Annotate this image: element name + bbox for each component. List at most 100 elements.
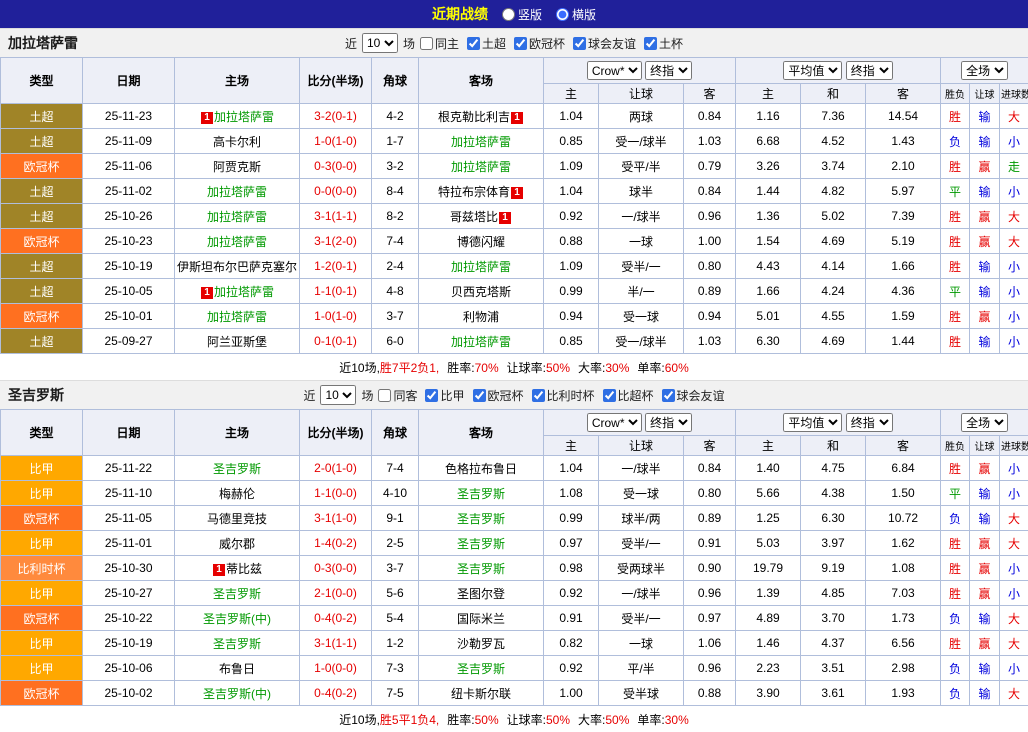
date-cell: 25-10-30 bbox=[82, 555, 175, 581]
team-name[interactable]: 阿贾克斯 bbox=[213, 160, 261, 174]
odds-time-select[interactable]: 终指 bbox=[645, 413, 693, 432]
team-name[interactable]: 国际米兰 bbox=[457, 612, 505, 626]
match-count-select[interactable]: 10 bbox=[361, 33, 398, 53]
filter-checkbox[interactable]: 土超 bbox=[466, 35, 506, 52]
filter-checkbox[interactable]: 欧冠杯 bbox=[514, 35, 565, 52]
home-team-cell: 1 加拉塔萨雷 bbox=[174, 278, 300, 304]
filter-checkbox-input[interactable] bbox=[425, 388, 439, 402]
team-name[interactable]: 加拉塔萨雷 bbox=[451, 160, 511, 174]
result-wdl-cell: 胜 bbox=[940, 253, 971, 279]
avg-away-cell: 6.84 bbox=[865, 455, 942, 481]
team-name[interactable]: 圣吉罗斯 bbox=[213, 587, 261, 601]
filter-checkbox-input[interactable] bbox=[466, 36, 480, 50]
team-name[interactable]: 加拉塔萨雷 bbox=[451, 260, 511, 274]
vertical-radio[interactable] bbox=[501, 7, 515, 21]
team-name[interactable]: 圣吉罗斯 bbox=[213, 637, 261, 651]
corner-cell: 2-4 bbox=[371, 253, 419, 279]
team-name[interactable]: 圣吉罗斯 bbox=[213, 462, 261, 476]
team-name[interactable]: 贝西克塔斯 bbox=[451, 285, 511, 299]
filter-checkbox[interactable]: 同主 bbox=[419, 35, 459, 52]
sub-handicap: 让球 bbox=[598, 83, 684, 104]
layout-option-horizontal[interactable]: 横版 bbox=[556, 6, 596, 23]
team-name[interactable]: 梅赫伦 bbox=[219, 487, 255, 501]
team-name[interactable]: 圣吉罗斯 bbox=[457, 562, 505, 576]
team-name[interactable]: 圣图尔登 bbox=[457, 587, 505, 601]
avg-source-select[interactable]: 平均值 bbox=[783, 413, 843, 432]
team-name[interactable]: 哥兹塔比 bbox=[450, 210, 498, 224]
team-name[interactable]: 纽卡斯尔联 bbox=[451, 687, 511, 701]
away-odds-cell: 0.84 bbox=[682, 178, 737, 204]
team-name[interactable]: 圣吉罗斯(中) bbox=[203, 687, 271, 701]
team-name[interactable]: 加拉塔萨雷 bbox=[214, 285, 274, 299]
filter-checkbox[interactable]: 比超杯 bbox=[602, 387, 654, 404]
filter-checkbox-input[interactable] bbox=[472, 388, 486, 402]
team-name[interactable]: 高卡尔利 bbox=[213, 135, 261, 149]
team-name[interactable]: 马德里竞技 bbox=[207, 512, 267, 526]
filter-checkbox[interactable]: 同客 bbox=[378, 387, 417, 404]
filter-checkbox[interactable]: 土杯 bbox=[644, 35, 683, 52]
filter-checkbox-input[interactable] bbox=[602, 388, 616, 402]
result-handicap-cell: 输 bbox=[969, 278, 1001, 304]
filter-checkbox-input[interactable] bbox=[419, 36, 433, 50]
filter-checkbox[interactable]: 球会友谊 bbox=[573, 35, 636, 52]
team-name[interactable]: 蒂比兹 bbox=[226, 562, 262, 576]
filter-checkbox-input[interactable] bbox=[378, 388, 392, 402]
avg-draw-cell: 4.69 bbox=[800, 228, 867, 254]
handicap-cell: 受一/球半 bbox=[598, 128, 684, 154]
team-name[interactable]: 布鲁日 bbox=[219, 662, 255, 676]
filter-checkbox[interactable]: 欧冠杯 bbox=[472, 387, 524, 404]
col-type: 类型 bbox=[0, 57, 83, 104]
team-name[interactable]: 博德闪耀 bbox=[457, 235, 505, 249]
layout-option-vertical[interactable]: 竖版 bbox=[501, 6, 542, 23]
team-section-header: 加拉塔萨雷 近 10 场 同主 土超 欧冠杯 球会友谊 土杯 bbox=[0, 28, 1028, 57]
filter-checkbox-label: 球会友谊 bbox=[588, 36, 637, 51]
match-row: 土超 25-10-05 1 加拉塔萨雷 1-1(0-1) 4-8 贝西克塔斯 0.99 半/一 0… bbox=[0, 278, 1028, 304]
avg-draw-cell: 4.69 bbox=[800, 328, 867, 354]
odds-source-select[interactable]: Crow* bbox=[586, 61, 642, 80]
home-odds-cell: 0.82 bbox=[543, 630, 599, 656]
fullmatch-select[interactable]: 全场 bbox=[961, 61, 1009, 80]
team-name[interactable]: 色格拉布鲁日 bbox=[445, 462, 517, 476]
team-name[interactable]: 圣吉罗斯 bbox=[457, 512, 505, 526]
date-cell: 25-10-02 bbox=[82, 680, 175, 706]
match-count-select[interactable]: 10 bbox=[320, 385, 357, 405]
team-name[interactable]: 加拉塔萨雷 bbox=[451, 135, 511, 149]
filter-checkbox[interactable]: 比利时杯 bbox=[531, 387, 595, 404]
team-name[interactable]: 加拉塔萨雷 bbox=[214, 110, 274, 124]
team-name[interactable]: 根克勒比利吉 bbox=[438, 110, 510, 124]
home-odds-cell: 0.99 bbox=[543, 278, 599, 304]
filter-checkbox-input[interactable] bbox=[573, 36, 587, 50]
team-name[interactable]: 威尔郡 bbox=[219, 537, 255, 551]
team-name[interactable]: 加拉塔萨雷 bbox=[207, 310, 267, 324]
team-name[interactable]: 圣吉罗斯(中) bbox=[203, 612, 271, 626]
avg-source-select[interactable]: 平均值 bbox=[783, 61, 843, 80]
horizontal-radio[interactable] bbox=[556, 7, 569, 21]
filter-checkbox-input[interactable] bbox=[644, 36, 658, 50]
team-name[interactable]: 特拉布宗体育 bbox=[438, 185, 510, 199]
team-name[interactable]: 阿兰亚斯堡 bbox=[207, 335, 267, 349]
team-name[interactable]: 圣吉罗斯 bbox=[457, 537, 505, 551]
team-name[interactable]: 圣吉罗斯 bbox=[457, 487, 505, 501]
filter-checkbox-input[interactable] bbox=[514, 36, 527, 50]
team-name[interactable]: 加拉塔萨雷 bbox=[207, 210, 267, 224]
summary-games: 近10场, bbox=[339, 360, 380, 375]
avg-time-select[interactable]: 终指 bbox=[845, 61, 893, 80]
filter-checkbox-input[interactable] bbox=[531, 388, 545, 402]
handicap-cell: 受一球 bbox=[598, 480, 684, 506]
odds-source-select[interactable]: Crow* bbox=[586, 413, 642, 432]
odds-time-select[interactable]: 终指 bbox=[645, 61, 693, 80]
result-goals-cell: 大 bbox=[999, 530, 1028, 556]
filter-checkbox[interactable]: 球会友谊 bbox=[661, 387, 725, 404]
team-name[interactable]: 伊斯坦布尔巴萨克塞尔 bbox=[177, 260, 297, 274]
team-name[interactable]: 加拉塔萨雷 bbox=[207, 185, 267, 199]
team-name[interactable]: 圣吉罗斯 bbox=[457, 662, 505, 676]
fullmatch-select[interactable]: 全场 bbox=[961, 413, 1009, 432]
team-name[interactable]: 利物浦 bbox=[463, 310, 499, 324]
avg-time-select[interactable]: 终指 bbox=[845, 413, 893, 432]
team-name[interactable]: 沙勒罗瓦 bbox=[457, 637, 505, 651]
filter-checkbox[interactable]: 比甲 bbox=[425, 387, 465, 404]
team-name[interactable]: 加拉塔萨雷 bbox=[207, 235, 267, 249]
filter-checkbox-input[interactable] bbox=[661, 388, 675, 402]
team-name[interactable]: 加拉塔萨雷 bbox=[451, 335, 511, 349]
match-row: 欧冠杯 25-11-05 马德里竞技 3-1(1-0) 9-1 圣吉罗斯 0.99 球半/两 0… bbox=[0, 505, 1028, 531]
